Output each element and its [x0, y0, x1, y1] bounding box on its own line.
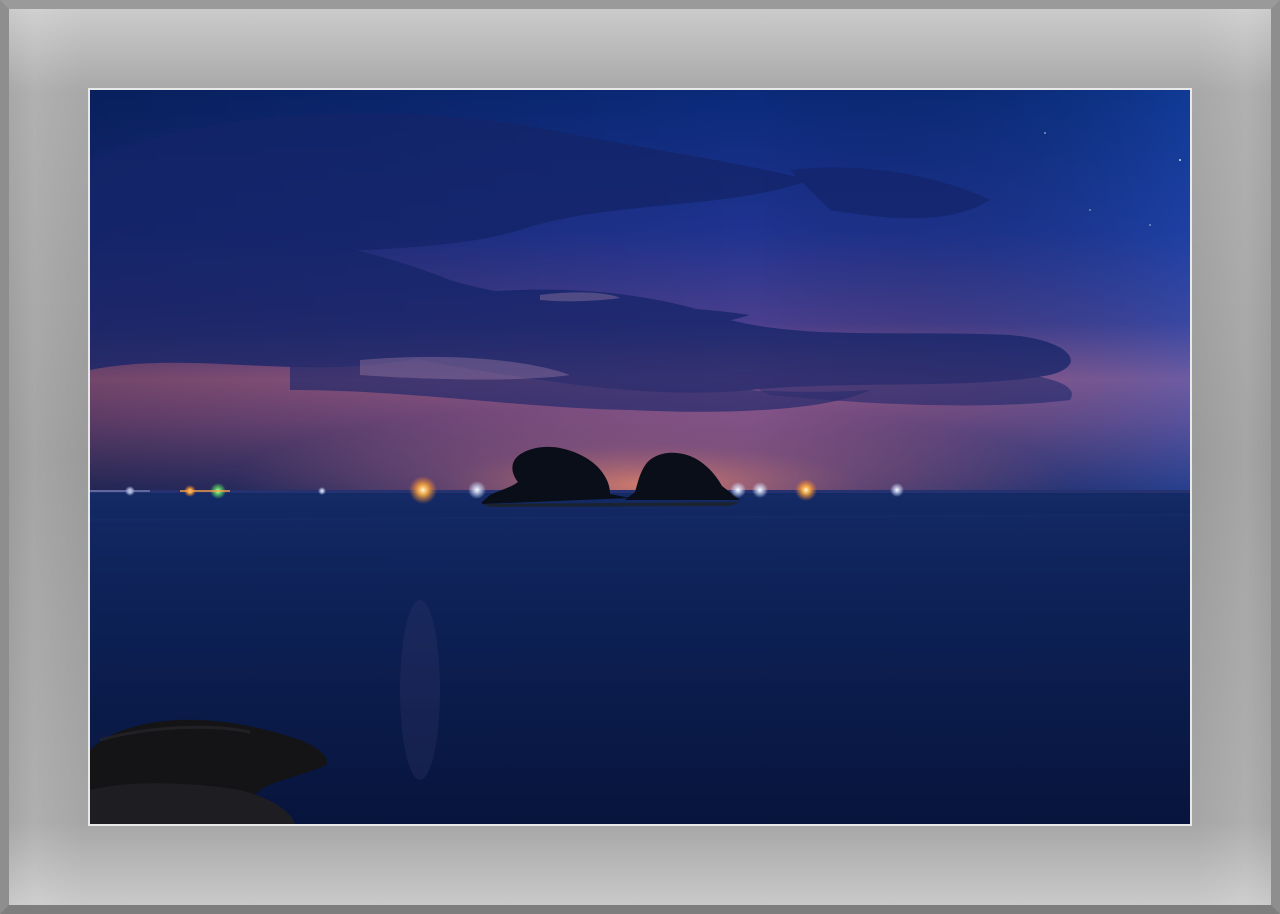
light-reflection: [400, 600, 440, 780]
dusk-seascape-image: [90, 90, 1190, 824]
landscape-photo: [88, 88, 1192, 826]
picture-frame: [0, 0, 1280, 914]
